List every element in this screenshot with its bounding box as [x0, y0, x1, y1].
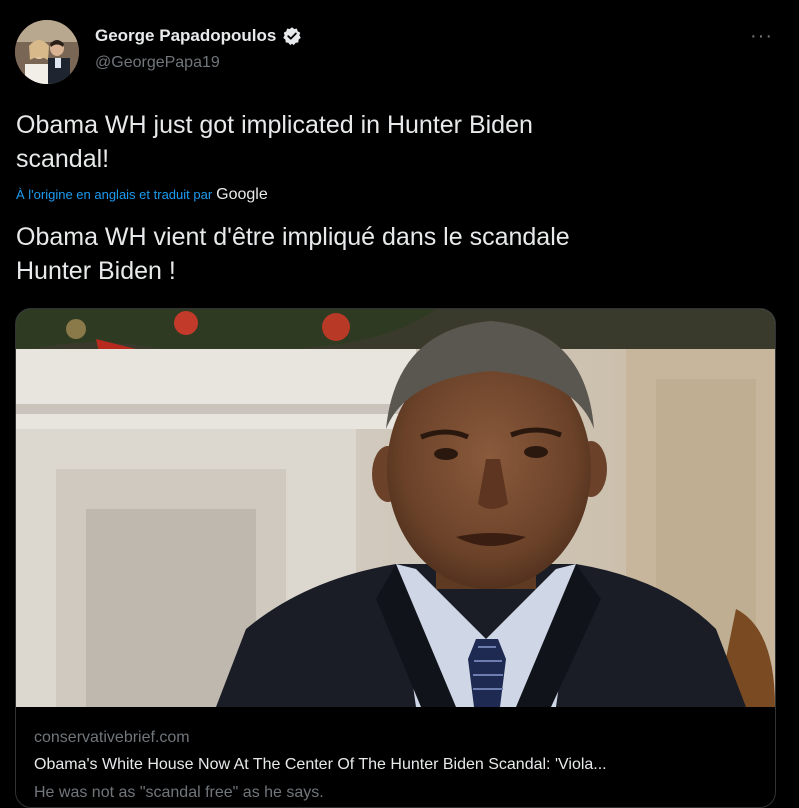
tweet-text: Obama WH just got implicated in Hunter B…: [16, 108, 756, 176]
more-options-icon[interactable]: ···: [750, 26, 773, 46]
link-preview-card[interactable]: conservativebrief.com Obama's White Hous…: [15, 308, 776, 808]
translated-text: Obama WH vient d'être impliqué dans le s…: [16, 220, 776, 288]
verified-badge-icon: [282, 26, 302, 46]
photo-of-man-in-suit: [16, 309, 775, 707]
translated-text-line: Hunter Biden !: [16, 257, 176, 285]
card-image[interactable]: [16, 309, 775, 707]
author-avatar[interactable]: [15, 20, 79, 84]
translation-provider: Google: [216, 186, 268, 203]
author-handle[interactable]: @GeorgePapa19: [95, 54, 220, 72]
translation-attribution[interactable]: À l'origine en anglais et traduit par Go…: [16, 186, 268, 204]
card-domain[interactable]: conservativebrief.com: [34, 729, 190, 747]
translation-note[interactable]: À l'origine en anglais et traduit par: [16, 187, 212, 202]
card-title[interactable]: Obama's White House Now At The Center Of…: [34, 756, 764, 774]
tweet-text-line: Obama WH just got implicated in Hunter B…: [16, 111, 533, 139]
card-description[interactable]: He was not as "scandal free" as he says.: [34, 784, 764, 802]
author-name-row[interactable]: George Papadopoulos: [95, 26, 302, 46]
translated-text-line: Obama WH vient d'être impliqué dans le s…: [16, 223, 570, 251]
tweet-text-line: scandal!: [16, 145, 110, 173]
avatar-photo: [15, 20, 79, 84]
tweet[interactable]: George Papadopoulos @GeorgePapa19 ··· Ob…: [0, 0, 799, 808]
author-display-name[interactable]: George Papadopoulos: [95, 26, 276, 46]
